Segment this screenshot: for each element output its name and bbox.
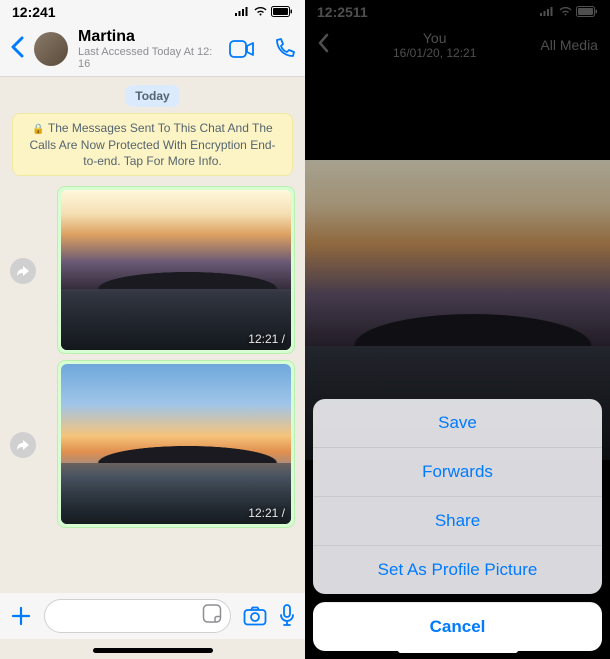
status-icons [540, 4, 598, 20]
contact-name: Martina [78, 28, 219, 46]
all-media-button[interactable]: All Media [540, 37, 598, 53]
status-time: 12:2511 [317, 4, 368, 20]
status-bar: 12:241 [0, 0, 305, 22]
mic-icon[interactable] [279, 604, 295, 628]
share-button[interactable]: Share [313, 496, 602, 545]
message-input[interactable] [44, 599, 231, 633]
last-access: Last Accessed Today At 12: 16 [78, 46, 219, 70]
status-icons [235, 4, 293, 20]
media-viewer-screen: 12:2511 You 16/01/20, 12:21 All Media [305, 0, 610, 659]
save-button[interactable]: Save [313, 399, 602, 447]
battery-icon [271, 4, 293, 20]
input-bar [0, 593, 305, 639]
sender-label: You [393, 30, 476, 46]
status-time: 12:241 [12, 4, 56, 20]
date-pill: Today [125, 85, 179, 107]
encryption-text: The Messages Sent To This Chat And The C… [29, 121, 275, 168]
message-row: 12:21 / [0, 358, 305, 532]
action-sheet-group: Save Forwards Share Set As Profile Pictu… [313, 399, 602, 594]
encryption-notice[interactable]: 🔒 The Messages Sent To This Chat And The… [12, 113, 293, 176]
message-time: 12:21 / [248, 506, 285, 520]
home-indicator[interactable] [398, 648, 518, 653]
forward-icon[interactable] [10, 432, 36, 458]
image-bubble[interactable]: 12:21 / [57, 360, 295, 528]
contact-info[interactable]: Martina Last Accessed Today At 12: 16 [78, 28, 219, 70]
back-button[interactable] [317, 33, 329, 58]
message-row: 12:21 / [0, 184, 305, 358]
chat-screen: 12:241 Martina Last Accessed Today At 12… [0, 0, 305, 659]
battery-icon [576, 4, 598, 20]
avatar[interactable] [34, 32, 68, 66]
lock-icon: 🔒 [32, 124, 44, 135]
media-header: You 16/01/20, 12:21 All Media [305, 22, 610, 70]
forward-icon[interactable] [10, 258, 36, 284]
datetime-label: 16/01/20, 12:21 [393, 46, 476, 60]
chat-header: Martina Last Accessed Today At 12: 16 [0, 22, 305, 77]
chat-photo: 12:21 / [61, 190, 291, 350]
header-actions [229, 38, 295, 60]
set-profile-button[interactable]: Set As Profile Picture [313, 545, 602, 594]
wifi-icon [253, 4, 268, 20]
message-time: 12:21 / [248, 332, 285, 346]
cancel-button[interactable]: Cancel [313, 602, 602, 651]
status-bar: 12:2511 [305, 0, 610, 22]
action-sheet: Save Forwards Share Set As Profile Pictu… [313, 399, 602, 651]
image-bubble[interactable]: 12:21 / [57, 186, 295, 354]
voice-call-icon[interactable] [273, 38, 295, 60]
video-call-icon[interactable] [229, 40, 255, 58]
media-info: You 16/01/20, 12:21 [393, 30, 476, 60]
camera-icon[interactable] [243, 606, 267, 626]
home-indicator[interactable] [93, 648, 213, 653]
chat-photo: 12:21 / [61, 364, 291, 524]
forwards-button[interactable]: Forwards [313, 447, 602, 496]
sticker-icon[interactable] [202, 604, 222, 629]
wifi-icon [558, 4, 573, 20]
signal-icon [540, 4, 555, 20]
signal-icon [235, 4, 250, 20]
back-button[interactable] [10, 36, 24, 62]
plus-icon[interactable] [10, 605, 32, 627]
